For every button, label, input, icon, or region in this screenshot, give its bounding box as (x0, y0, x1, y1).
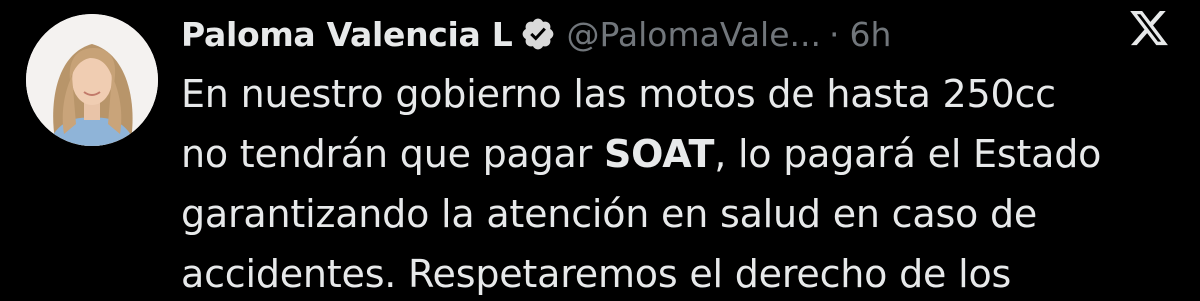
tweet-text: En nuestro gobierno las motos de hasta 2… (181, 64, 1181, 301)
tweet-text-line-3: garantizando la atención en salud en cas… (181, 192, 1038, 236)
separator-dot: · (829, 14, 840, 54)
tweet-header: Paloma Valencia L @PalomaVale... · 6h (181, 6, 891, 62)
x-logo-icon (1128, 7, 1170, 49)
tweet-text-line-1: En nuestro gobierno las motos de hasta 2… (181, 72, 1056, 116)
tweet-text-line-4: accidentes. Respetaremos el derecho de l… (181, 252, 1012, 296)
tweet-text-line-2: no tendrán que pagar SOAT, lo pagará el … (181, 124, 1181, 184)
author-avatar[interactable] (26, 14, 158, 146)
author-handle[interactable]: @PalomaVale... (566, 15, 821, 54)
tweet-text-bold-soat: SOAT (603, 132, 715, 176)
tweet-timestamp[interactable]: 6h (850, 15, 892, 54)
tweet-text-line-2-end: , lo pagará el Estado (714, 132, 1102, 176)
author-name[interactable]: Paloma Valencia L (181, 15, 513, 54)
avatar-photo (26, 14, 158, 146)
verified-badge-icon (520, 16, 556, 52)
tweet-text-line-2-start: no tendrán que pagar (181, 132, 604, 176)
tweet-card[interactable]: Paloma Valencia L @PalomaVale... · 6h En… (0, 0, 1200, 301)
